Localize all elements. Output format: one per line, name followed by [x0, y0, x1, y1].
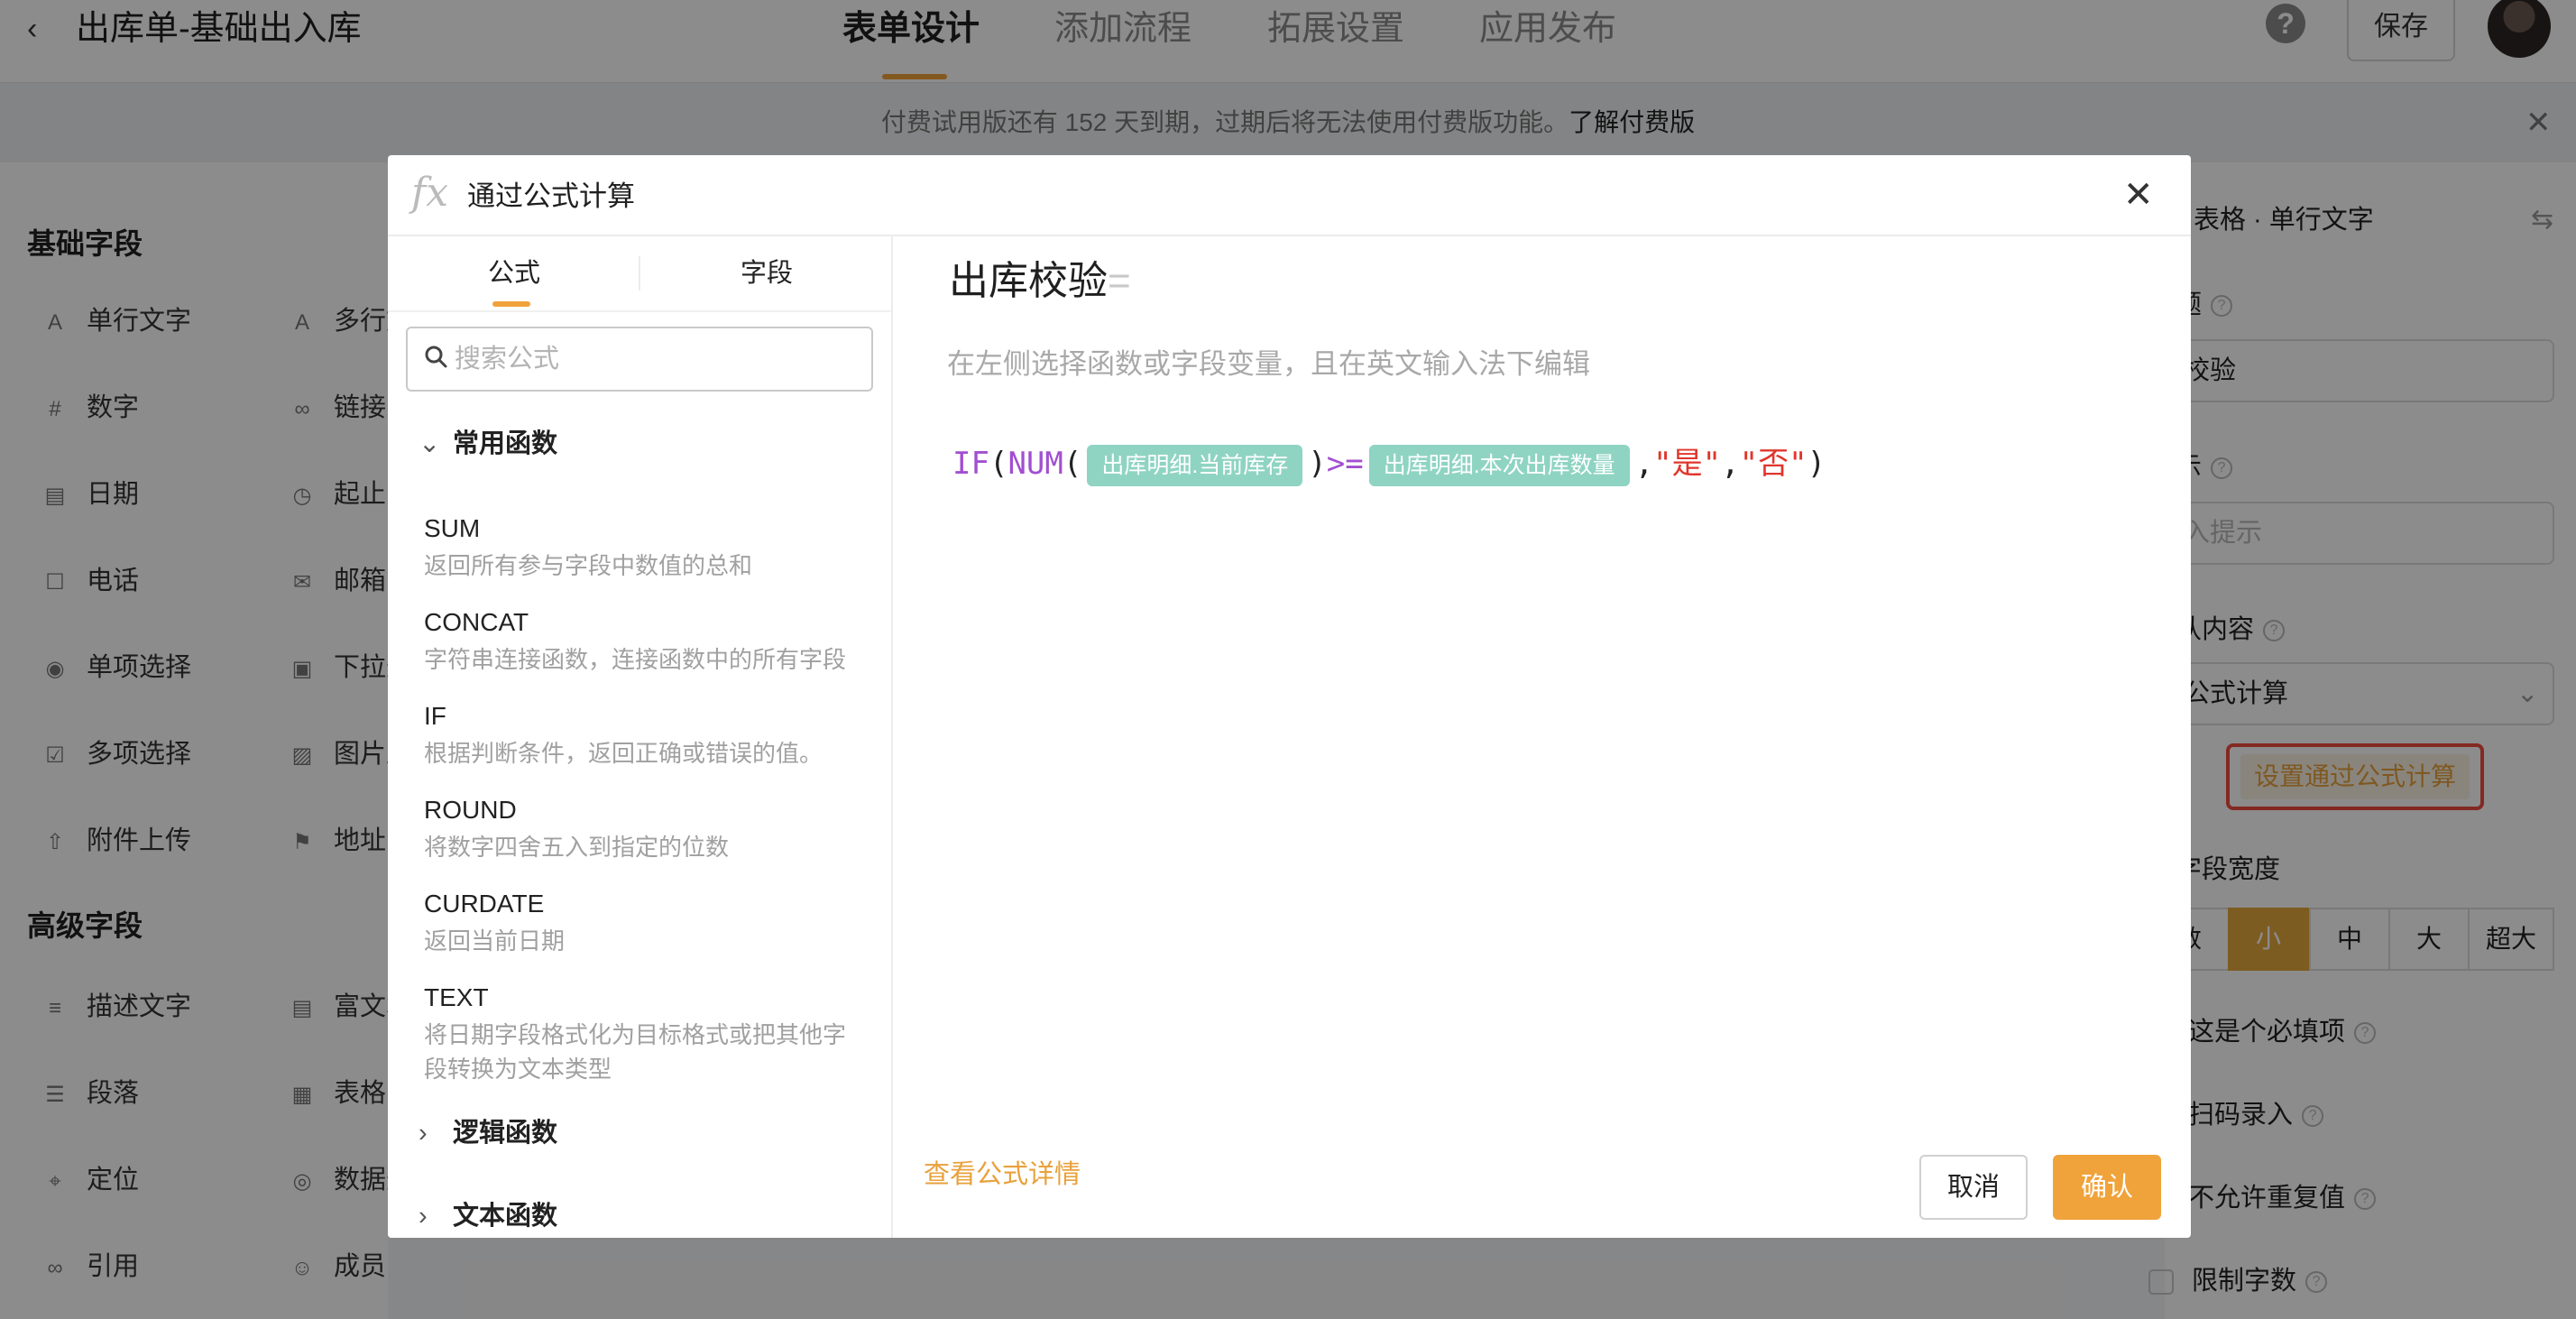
formula-string: "是" [1653, 446, 1722, 482]
category-logic[interactable]: › 逻辑函数 [419, 1113, 557, 1153]
function-desc: 字符串连接函数，连接函数中的所有字段 [424, 646, 847, 673]
formula-punct: , [1721, 446, 1740, 482]
formula-keyword: IF [952, 446, 989, 482]
function-name[interactable]: CURDATE [424, 886, 544, 922]
function-name[interactable]: IF [424, 698, 446, 734]
formula-punct: ( [989, 446, 1008, 482]
category-label: 常用函数 [453, 429, 558, 458]
function-name[interactable]: SUM [424, 511, 480, 547]
formula-punct: , [1634, 446, 1654, 482]
formula-modal: fx 通过公式计算 ✕ 公式 字段 搜索公式 ⌄ 常用函数 SUM 返回所有参与字… [388, 155, 2191, 1238]
formula-operator: >= [1326, 446, 1364, 482]
formula-editor[interactable]: IF(NUM(出库明细.当前库存)>= 出库明细.本次出库数量 ,"是","否") [952, 440, 1826, 487]
formula-punct: ) [1807, 446, 1826, 482]
formula-string: "否" [1739, 446, 1808, 482]
tabs-divider [388, 310, 891, 312]
function-desc: 根据判断条件，返回正确或错误的值。 [424, 740, 823, 767]
category-label: 逻辑函数 [453, 1119, 558, 1148]
formula-punct: ) [1308, 446, 1327, 482]
fx-icon: fx [411, 170, 449, 216]
equals-sign: = [1108, 259, 1131, 303]
tab-fields[interactable]: 字段 [640, 236, 891, 310]
tab-divider [639, 256, 640, 291]
cancel-button[interactable]: 取消 [1919, 1155, 2028, 1220]
modal-header [388, 155, 2191, 236]
search-icon [425, 346, 447, 368]
chevron-right-icon: › [419, 1119, 428, 1148]
search-placeholder: 搜索公式 [455, 345, 560, 374]
close-icon[interactable]: ✕ [2123, 175, 2154, 215]
editor-hint: 在左侧选择函数或字段变量，且在英文输入法下编辑 [947, 348, 1590, 380]
field-name-text: 出库校验 [949, 259, 1108, 303]
active-tab-indicator [492, 301, 530, 307]
function-desc: 将数字四舍五入到指定的位数 [424, 834, 730, 861]
function-name[interactable]: ROUND [424, 792, 517, 828]
function-desc: 将日期字段格式化为目标格式或把其他字段转换为文本类型 [424, 1021, 847, 1083]
field-tag[interactable]: 出库明细.当前库存 [1087, 444, 1303, 486]
category-label: 文本函数 [453, 1202, 558, 1231]
function-desc: 返回所有参与字段中数值的总和 [424, 552, 753, 579]
formula-keyword: NUM [1007, 446, 1063, 482]
category-text[interactable]: › 文本函数 [419, 1196, 557, 1236]
chevron-right-icon: › [419, 1202, 428, 1231]
tab-formula[interactable]: 公式 [388, 236, 640, 310]
function-desc: 返回当前日期 [424, 927, 566, 955]
field-tag[interactable]: 出库明细.本次出库数量 [1368, 444, 1630, 486]
function-name[interactable]: CONCAT [424, 604, 529, 641]
function-name[interactable]: TEXT [424, 980, 489, 1016]
chevron-down-icon: ⌄ [419, 429, 441, 458]
formula-field-name: 出库校验= [949, 254, 1131, 309]
modal-title: 通过公式计算 [467, 180, 635, 212]
category-common[interactable]: ⌄ 常用函数 [419, 424, 557, 464]
formula-detail-link[interactable]: 查看公式详情 [924, 1155, 1081, 1194]
confirm-button[interactable]: 确认 [2053, 1155, 2161, 1220]
formula-punct: ( [1063, 446, 1082, 482]
formula-sidebar: 公式 字段 搜索公式 ⌄ 常用函数 SUM 返回所有参与字段中数值的总和 CONC… [388, 236, 893, 1238]
